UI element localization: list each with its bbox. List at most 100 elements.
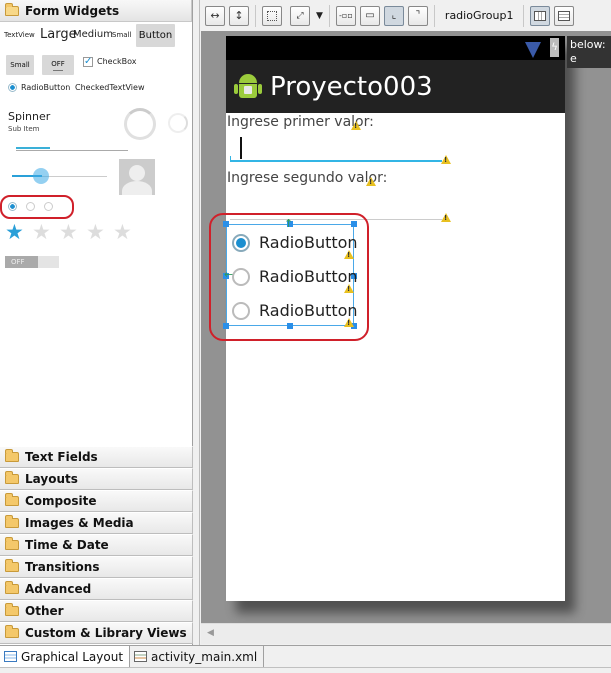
folder-icon [5,537,19,550]
layout-expand-button[interactable]: ⌝ [407,5,428,26]
toolbar-separator [523,4,525,27]
preview-small-text[interactable]: Small [112,31,131,39]
toggle-label: OFF [51,59,65,68]
warning-icon[interactable] [366,177,376,186]
rating-star-filled-icon[interactable]: ★ [5,221,24,243]
panel-splitter[interactable] [193,0,200,645]
scroll-left-arrow-icon[interactable]: ◀ [207,628,214,638]
toggle-indicator [53,69,63,71]
preview-checkbox[interactable]: CheckBox [97,57,136,66]
app-title: Proyecto003 [270,71,433,102]
align-baseline-button[interactable]: -▫▫ [335,5,356,26]
arrows-horizontal-icon: ↔ [210,9,220,22]
category-label: Composite [25,494,97,508]
dropdown-arrow-icon[interactable]: ▼ [316,11,323,21]
status-bar: ϟ [226,36,565,60]
seekbar-thumb[interactable] [33,168,49,184]
category-text-fields[interactable]: Text Fields [0,446,193,468]
layout-canvas[interactable]: ϟ Proyecto003 Ingrese primer valor: Ingr… [201,31,611,623]
baseline-icon: -▫▫ [339,11,353,20]
radiogroup-highlight [0,195,74,219]
folder-open-icon [5,2,19,16]
category-other[interactable]: Other [0,600,193,622]
toggle-layout-button[interactable]: ⌞ [383,5,404,26]
fill-height-button[interactable]: ↕ [229,5,249,26]
layout-file-icon [4,651,17,662]
horizontal-scrollbar[interactable]: ◀ [201,623,611,644]
category-composite[interactable]: Composite [0,490,193,512]
android-app-icon [234,72,262,102]
small-button-label: Small [10,61,30,69]
rating-star-empty-icon[interactable]: ★ [86,221,105,243]
preview-radio-icon[interactable] [8,83,17,92]
category-transitions[interactable]: Transitions [0,556,193,578]
switch-thumb: OFF [5,256,38,268]
label-second-value[interactable]: Ingrese segundo valor: [227,170,387,186]
text-cursor [240,137,242,159]
action-bar: Proyecto003 [226,60,565,113]
preview-textview[interactable]: TextView [4,31,35,39]
selected-widget-id: radioGroup1 [444,9,514,22]
layout-arrow-icon: ⌝ [415,10,421,21]
battery-icon: ϟ [550,38,559,57]
checkbox-checked-icon[interactable]: ✓ [83,57,93,67]
category-label: Text Fields [25,450,98,464]
preview-button[interactable]: Button [136,24,175,47]
preview-toggle-button[interactable]: OFF [42,55,74,75]
preview-spinner[interactable]: Spinner [8,110,50,123]
layout-tooltip: below: e alignPar [567,36,611,68]
folder-icon [5,493,19,506]
horizontal-orientation-button[interactable] [554,5,575,26]
category-time-date[interactable]: Time & Date [0,534,193,556]
arrows-vertical-icon: ↕ [234,9,244,22]
warning-icon[interactable] [351,121,361,130]
radio-group-highlight [209,213,369,341]
preview-medium-text[interactable]: Medium [73,29,113,40]
center-button[interactable]: ▭ [359,5,380,26]
preview-image-icon[interactable] [119,159,155,195]
center-align-icon: ▭ [365,10,375,21]
margins-button[interactable] [262,5,282,26]
dotted-box-icon [267,10,277,21]
vertical-orientation-button[interactable] [530,5,551,26]
xml-file-icon [134,651,148,662]
edittext-first-value[interactable] [230,160,442,162]
expand-icon: ⤢ [296,10,304,21]
preview-small-button[interactable]: Small [6,55,34,75]
tab-label: Graphical Layout [21,649,124,664]
progress-bar-track[interactable] [16,150,128,151]
category-label: Time & Date [25,538,109,552]
layout-corner-icon: ⌞ [391,10,397,21]
wifi-signal-icon [525,42,541,58]
category-custom-library-views[interactable]: Custom & Library Views [0,622,193,644]
rating-star-empty-icon[interactable]: ★ [59,221,78,243]
tab-activity-main-xml[interactable]: activity_main.xml [130,646,265,667]
palette-panel: Form Widgets TextView Large Medium Small… [0,0,193,645]
category-images-media[interactable]: Images & Media [0,512,193,534]
preview-radiobutton[interactable]: RadioButton [21,83,70,92]
progress-large-icon[interactable] [124,108,156,140]
category-form-widgets[interactable]: Form Widgets [0,0,192,22]
tab-label: activity_main.xml [151,649,258,664]
category-list: Text Fields Layouts Composite Images & M… [0,446,193,644]
preview-spinner-subitem: Sub Item [8,125,40,133]
tooltip-line: below: e [570,38,606,65]
folder-icon [5,559,19,572]
tab-graphical-layout[interactable]: Graphical Layout [0,646,131,667]
rating-star-empty-icon[interactable]: ★ [32,221,51,243]
preview-checked-textview[interactable]: CheckedTextView [75,83,145,92]
toolbar-separator [255,4,256,27]
layout-toolbar: ↔ ↕ ⤢ ▼ -▫▫ ▭ ⌞ ⌝ radioGroup1 [201,0,611,31]
rating-star-empty-icon[interactable]: ★ [113,221,132,243]
preview-large-text[interactable]: Large [40,27,77,42]
tooltip-line: alignPar [570,66,611,68]
category-layouts[interactable]: Layouts [0,468,193,490]
warning-icon[interactable] [441,155,451,164]
category-advanced[interactable]: Advanced [0,578,193,600]
folder-icon [5,471,19,484]
progress-small-icon[interactable] [168,113,188,133]
fill-width-button[interactable]: ↔ [205,5,225,26]
resize-button[interactable]: ⤢ [290,5,310,26]
folder-icon [5,603,19,616]
warning-icon[interactable] [441,213,451,222]
